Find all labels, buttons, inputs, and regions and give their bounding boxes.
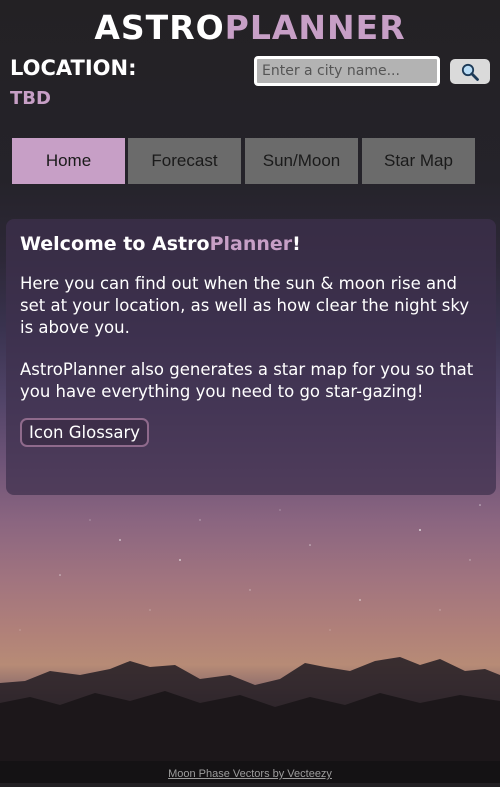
welcome-paragraph-2: AstroPlanner also generates a star map f…: [20, 360, 474, 401]
tab-home[interactable]: Home: [12, 138, 125, 184]
search-icon: [461, 63, 479, 81]
welcome-heading-prefix: Welcome to Astro: [20, 233, 210, 255]
vecteezy-credit-link[interactable]: Moon Phase Vectors by Vecteezy: [168, 768, 332, 780]
welcome-paragraph-1: Here you can find out when the sun & moo…: [20, 274, 470, 337]
mountain-silhouette: [0, 657, 500, 761]
location-label: LOCATION:: [10, 56, 137, 80]
tab-label: Forecast: [151, 151, 218, 170]
tab-star-map[interactable]: Star Map: [362, 138, 475, 184]
city-search-input[interactable]: [254, 56, 440, 86]
welcome-card: Welcome to AstroPlanner! Here you can fi…: [6, 219, 496, 495]
welcome-heading-suffix: !: [292, 233, 301, 255]
tab-label: Star Map: [384, 151, 453, 170]
app-title: ASTROPLANNER: [0, 8, 500, 47]
search-button[interactable]: [450, 59, 490, 84]
app-title-part1: ASTRO: [94, 8, 225, 47]
app-title-part2: PLANNER: [224, 8, 406, 47]
tab-label: Sun/Moon: [262, 151, 341, 170]
welcome-heading: Welcome to AstroPlanner!: [20, 233, 482, 255]
icon-glossary-button[interactable]: Icon Glossary: [20, 418, 150, 447]
tab-forecast[interactable]: Forecast: [128, 138, 241, 184]
location-value: TBD: [10, 88, 51, 109]
welcome-heading-accent: Planner: [209, 233, 293, 255]
tab-label: Home: [45, 151, 92, 170]
footer: Moon Phase Vectors by Vecteezy: [0, 761, 500, 783]
tab-sun-moon[interactable]: Sun/Moon: [245, 138, 358, 184]
